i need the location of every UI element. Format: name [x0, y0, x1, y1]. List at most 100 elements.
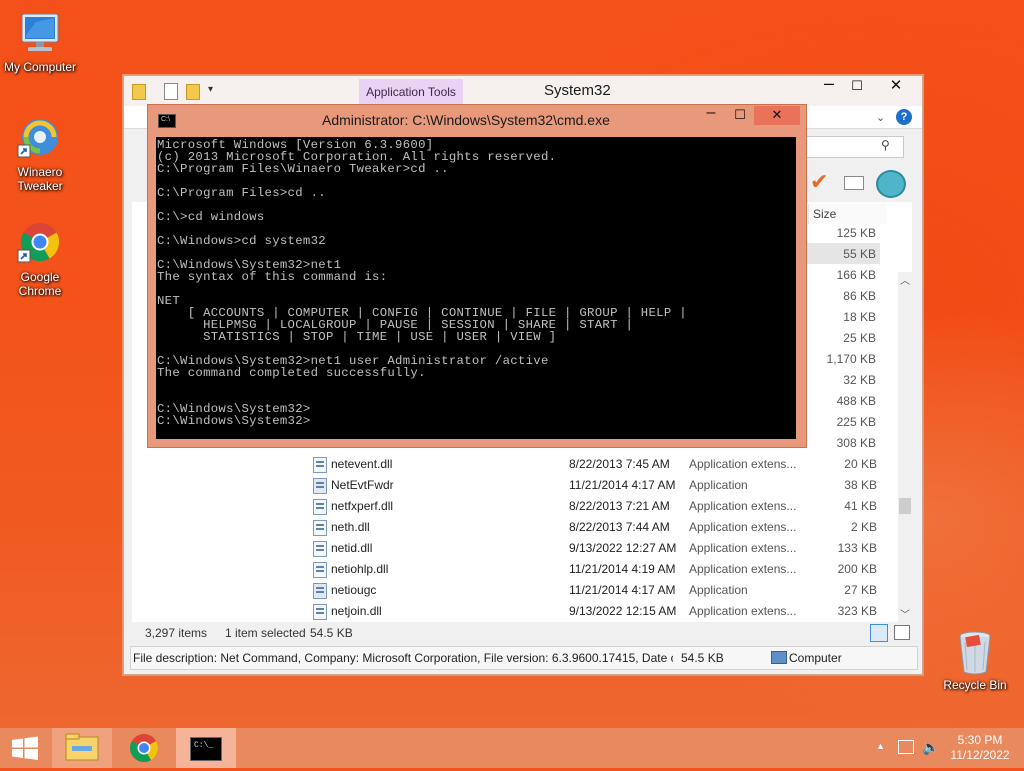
cmd-icon: C:\: [158, 114, 176, 128]
size-cell: 55 KB: [843, 247, 876, 261]
show-hidden-icons-icon[interactable]: ▲: [876, 741, 885, 751]
file-type: Application: [689, 583, 748, 597]
ribbon-select-icon[interactable]: ✔: [810, 169, 828, 195]
taskbar-chrome[interactable]: [114, 728, 174, 768]
cmd-window-title: Administrator: C:\Windows\System32\cmd.e…: [322, 112, 610, 128]
explorer-title-bar[interactable]: ▾ Application Tools System32 – ☐ ✕: [124, 74, 922, 106]
table-row[interactable]: netid.dll 9/13/2022 12:27 AM Application…: [307, 538, 907, 559]
file-size: 41 KB: [844, 499, 877, 513]
details-size: 54.5 KB: [681, 651, 724, 665]
desktop-icon-google-chrome[interactable]: Google Chrome: [0, 220, 80, 298]
ribbon-network-icon[interactable]: [876, 170, 906, 198]
details-view-icon[interactable]: [870, 624, 888, 642]
selection-size: 54.5 KB: [310, 626, 353, 640]
maximize-button[interactable]: ☐: [844, 77, 870, 97]
size-cell: 86 KB: [843, 289, 876, 303]
help-icon[interactable]: ?: [896, 109, 912, 125]
file-type: Application extens...: [689, 604, 797, 618]
network-icon[interactable]: [898, 740, 914, 754]
ribbon-properties-icon[interactable]: [844, 176, 864, 190]
file-date: 8/22/2013 7:45 AM: [569, 457, 670, 471]
dll-file-icon: [313, 604, 327, 620]
details-location: Computer: [789, 651, 842, 665]
file-size: 27 KB: [844, 583, 877, 597]
size-cell: 32 KB: [843, 373, 876, 387]
file-size: 20 KB: [844, 457, 877, 471]
scroll-down-arrow-icon[interactable]: ﹀: [900, 606, 910, 621]
large-icons-view-icon[interactable]: [894, 625, 910, 640]
console-output-area[interactable]: Microsoft Windows [Version 6.3.9600] (c)…: [156, 137, 796, 439]
computer-icon: [16, 10, 64, 58]
file-name: neth.dll: [331, 520, 370, 534]
file-type: Application extens...: [689, 457, 797, 471]
dll-file-icon: [313, 520, 327, 536]
command-prompt-window[interactable]: C:\ Administrator: C:\Windows\System32\c…: [147, 104, 807, 448]
cmd-icon: C:\_: [190, 737, 222, 761]
file-size: 323 KB: [837, 604, 877, 618]
clock-time: 5:30 PM: [957, 733, 1003, 747]
table-row[interactable]: netevent.dll 8/22/2013 7:45 AM Applicati…: [307, 454, 907, 475]
taskbar-file-explorer[interactable]: [52, 728, 112, 768]
application-file-icon: [313, 583, 327, 599]
new-folder-icon[interactable]: [186, 84, 200, 100]
column-header-size[interactable]: Size: [808, 204, 887, 224]
file-name: netiohlp.dll: [331, 562, 389, 576]
scroll-thumb[interactable]: [899, 498, 911, 514]
vertical-scrollbar[interactable]: ︿ ﹀: [898, 272, 912, 622]
scroll-up-arrow-icon[interactable]: ︿: [900, 272, 910, 287]
minimize-button[interactable]: –: [696, 104, 726, 123]
clock[interactable]: 5:30 PM 11/12/2022: [948, 733, 1012, 763]
table-row[interactable]: netiohlp.dll 11/21/2014 4:19 AM Applicat…: [307, 559, 907, 580]
file-type: Application extens...: [689, 562, 797, 576]
desktop-icon-winaero-tweaker[interactable]: Winaero Tweaker: [0, 115, 80, 193]
search-icon[interactable]: ⚲: [881, 138, 890, 152]
desktop-icon-my-computer[interactable]: My Computer: [0, 10, 80, 74]
file-size: 200 KB: [837, 562, 877, 576]
properties-icon[interactable]: [164, 83, 178, 100]
maximize-button[interactable]: ☐: [725, 106, 755, 125]
table-row[interactable]: NetEvtFwdr 11/21/2014 4:17 AM Applicatio…: [307, 475, 907, 496]
file-description: File description: Net Command, Company: …: [133, 651, 673, 665]
size-cell: 225 KB: [836, 415, 876, 429]
table-row[interactable]: netjoin.dll 9/13/2022 12:15 AM Applicati…: [307, 601, 907, 622]
computer-icon: [771, 651, 787, 664]
desktop-icon-label: Google Chrome: [18, 270, 62, 298]
file-name: netevent.dll: [331, 457, 393, 471]
file-type: Application extens...: [689, 520, 797, 534]
size-cell: 308 KB: [836, 436, 876, 450]
application-tools-tab[interactable]: Application Tools: [359, 79, 463, 106]
status-bar: 3,297 items 1 item selected 54.5 KB: [132, 622, 914, 644]
file-name: netiougc: [331, 583, 377, 597]
table-row[interactable]: netfxperf.dll 8/22/2013 7:21 AM Applicat…: [307, 496, 907, 517]
file-date: 9/13/2022 12:15 AM: [569, 604, 677, 618]
folder-icon: [132, 84, 146, 100]
selection-count: 1 item selected: [225, 626, 306, 640]
ribbon-expand-icon[interactable]: ⌄: [876, 111, 885, 124]
size-cell: 25 KB: [843, 331, 876, 345]
file-date: 11/21/2014 4:17 AM: [569, 478, 676, 492]
file-size: 2 KB: [850, 520, 877, 534]
file-name: netjoin.dll: [331, 604, 382, 618]
file-date: 8/22/2013 7:44 AM: [569, 520, 670, 534]
size-cell: 1,170 KB: [826, 352, 876, 366]
close-button[interactable]: ✕: [754, 106, 800, 125]
file-date: 11/21/2014 4:19 AM: [569, 562, 676, 576]
taskbar-command-prompt[interactable]: C:\_: [176, 728, 236, 768]
table-row[interactable]: netiougc 11/21/2014 4:17 AM Application …: [307, 580, 907, 601]
chrome-icon: [16, 220, 64, 268]
volume-icon[interactable]: 🔈: [922, 739, 939, 756]
file-date: 8/22/2013 7:21 AM: [569, 499, 670, 513]
details-bar: File description: Net Command, Company: …: [130, 646, 918, 670]
file-date: 9/13/2022 12:27 AM: [569, 541, 677, 555]
size-cell: 125 KB: [836, 226, 876, 240]
start-button[interactable]: [0, 728, 52, 768]
dll-file-icon: [313, 499, 327, 515]
file-type: Application: [689, 478, 748, 492]
minimize-button[interactable]: –: [816, 74, 842, 94]
desktop-icon-recycle-bin[interactable]: Recycle Bin: [935, 630, 1015, 692]
desktop-icon-label: My Computer: [3, 60, 77, 74]
quick-access-dropdown-icon[interactable]: ▾: [208, 84, 213, 95]
close-button[interactable]: ✕: [874, 77, 918, 97]
clock-date: 11/12/2022: [950, 748, 1010, 762]
table-row[interactable]: neth.dll 8/22/2013 7:44 AM Application e…: [307, 517, 907, 538]
